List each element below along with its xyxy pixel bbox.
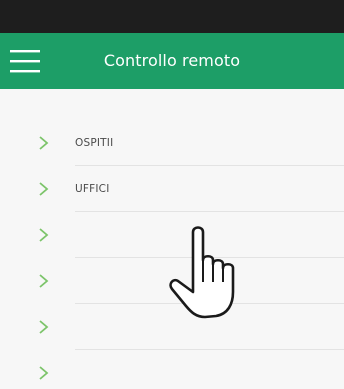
list-item[interactable] [0,212,344,258]
chevron-right-icon [38,227,50,243]
chevron-right-icon [38,365,50,381]
app-screen: Controllo remoto OSPITII UFFICI [0,0,344,389]
list-item[interactable] [0,258,344,304]
list-item[interactable] [0,304,344,350]
chevron-right-icon [38,181,50,197]
list-item-label: OSPITII [75,137,114,149]
chevron-right-icon [38,273,50,289]
list-item[interactable]: UFFICI [0,166,344,212]
status-bar [0,0,344,33]
list-item[interactable]: OSPITII [0,120,344,166]
chevron-right-icon [38,319,50,335]
remote-control-list: OSPITII UFFICI [0,120,344,389]
list-item-label: UFFICI [75,183,110,195]
chevron-right-icon [38,135,50,151]
page-title: Controllo remoto [103,51,241,70]
list-item[interactable] [0,350,344,389]
app-bar: Controllo remoto [0,33,344,89]
